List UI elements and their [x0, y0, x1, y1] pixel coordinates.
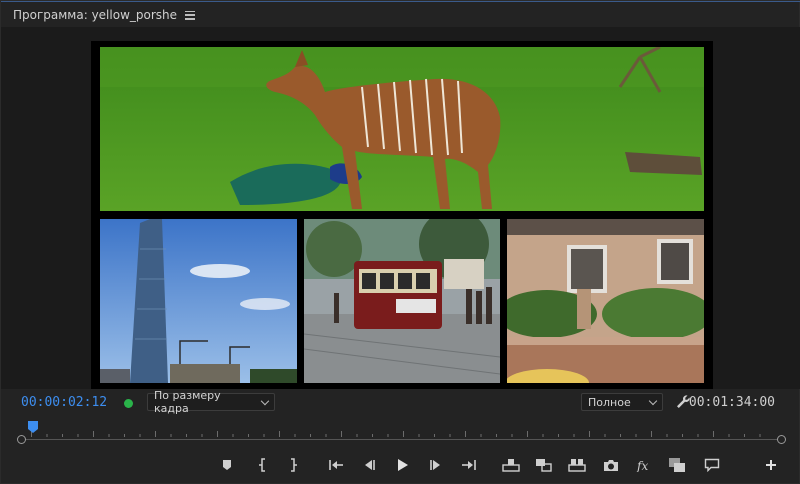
tile-antelope — [100, 47, 704, 211]
time-ruler — [31, 431, 761, 437]
video-frame[interactable] — [91, 41, 713, 389]
status-dot — [124, 399, 133, 408]
tile-cable-car — [304, 219, 500, 383]
scrub-track[interactable] — [22, 439, 782, 440]
step-back-button[interactable] — [359, 455, 379, 475]
chevron-down-icon — [260, 396, 270, 405]
hamburger-icon[interactable] — [185, 10, 196, 20]
program-monitor-panel: Программа: yellow_porshe 00:00:02:12 По … — [0, 0, 800, 484]
mark-in-button[interactable] — [253, 455, 273, 475]
compare-icon — [568, 459, 586, 472]
add-marker-button[interactable] — [217, 455, 237, 475]
in-point-handle[interactable] — [17, 435, 26, 444]
step-forward-button[interactable] — [426, 455, 446, 475]
extract-button[interactable] — [534, 455, 554, 475]
mark-out-button[interactable] — [283, 455, 303, 475]
info-row: 00:00:02:12 По размеру кадра Полное 00:0… — [1, 389, 800, 415]
transport-controls: fx — [1, 451, 800, 479]
comment-icon — [704, 458, 720, 472]
mark-in-icon — [259, 458, 265, 472]
chevron-down-icon — [648, 396, 658, 405]
fit-select[interactable]: По размеру кадра — [147, 389, 275, 415]
vr-button[interactable] — [667, 455, 687, 475]
lift-button[interactable] — [501, 455, 521, 475]
tile-house — [507, 219, 704, 383]
playhead-handle[interactable] — [28, 421, 38, 433]
extract-icon — [536, 459, 552, 472]
camera-icon — [604, 459, 618, 471]
duration-timecode: 00:01:34:00 — [688, 395, 775, 410]
go-to-in-icon — [329, 460, 343, 470]
panel-header: Программа: yellow_porshe — [13, 5, 196, 25]
plus-icon — [766, 460, 776, 470]
go-to-in-button[interactable] — [326, 455, 346, 475]
marker-icon — [223, 460, 231, 470]
panel-focus-border — [1, 1, 800, 2]
captions-button[interactable] — [702, 455, 722, 475]
quality-select-value: Полное — [588, 395, 631, 409]
quality-select[interactable]: Полное — [581, 393, 663, 411]
fx-icon: fx — [636, 459, 648, 472]
fx-button[interactable]: fx — [634, 455, 654, 475]
svg-text:fx: fx — [636, 459, 648, 472]
step-back-icon — [365, 460, 375, 470]
go-to-out-button[interactable] — [459, 455, 479, 475]
play-icon — [398, 459, 408, 471]
out-point-handle[interactable] — [777, 435, 786, 444]
panel-title[interactable]: Программа: yellow_porshe — [13, 8, 177, 22]
play-button[interactable] — [392, 455, 412, 475]
compare-button[interactable] — [567, 455, 587, 475]
button-editor-button[interactable] — [761, 455, 781, 475]
export-frame-button[interactable] — [601, 455, 621, 475]
lift-icon — [502, 459, 520, 472]
mark-out-icon — [291, 458, 297, 472]
go-to-out-icon — [462, 460, 476, 470]
current-timecode[interactable]: 00:00:02:12 — [21, 395, 107, 410]
fit-select-value: По размеру кадра — [154, 389, 221, 415]
overlay-icon — [669, 458, 685, 472]
timeline-scrubber[interactable] — [1, 419, 800, 447]
step-forward-icon — [430, 460, 440, 470]
tile-skyscraper — [100, 219, 297, 383]
